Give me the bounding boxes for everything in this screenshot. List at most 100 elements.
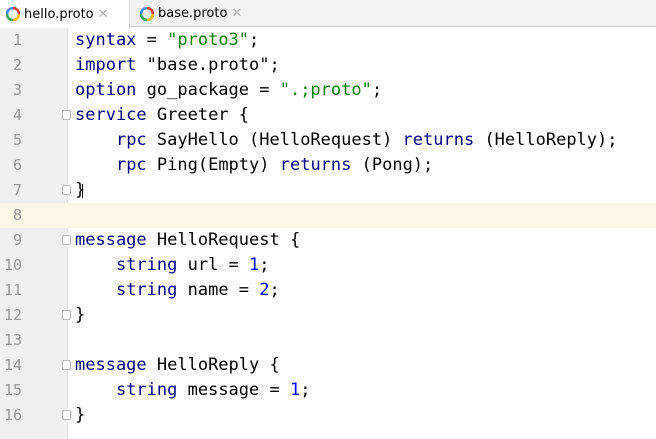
code-token: url = bbox=[177, 255, 250, 275]
code-text: syntax = "proto3"; bbox=[75, 28, 259, 53]
code-editor[interactable]: 1 syntax = "proto3"; 2 import "base.proto";… bbox=[0, 28, 656, 439]
code-line[interactable]: 13 bbox=[0, 328, 656, 353]
close-tab-icon[interactable]: ✕ bbox=[231, 7, 242, 20]
keyword-token: string bbox=[115, 280, 178, 300]
code-token: (Pong); bbox=[351, 155, 434, 175]
code-text: string message = 1; bbox=[75, 378, 311, 403]
code-token: Ping(Empty) bbox=[146, 155, 280, 175]
code-line[interactable]: 3 option go_package = ".;proto"; bbox=[0, 78, 656, 103]
line-number: 7 bbox=[12, 181, 22, 199]
code-text: } bbox=[75, 178, 85, 203]
keyword-token: rpc bbox=[115, 155, 147, 175]
code-token: ; bbox=[269, 280, 280, 300]
fold-marker-icon[interactable] bbox=[62, 235, 71, 245]
fold-marker-icon[interactable] bbox=[62, 310, 71, 320]
code-token: message = bbox=[177, 380, 290, 400]
protobuf-file-icon bbox=[140, 6, 154, 21]
code-text: service Greeter { bbox=[75, 103, 249, 128]
line-number: 5 bbox=[12, 131, 22, 149]
keyword-token: message bbox=[75, 355, 147, 375]
code-text: rpc Ping(Empty) returns (Pong); bbox=[75, 153, 433, 178]
code-line[interactable]: 4 service Greeter { bbox=[0, 103, 656, 128]
line-number: 3 bbox=[12, 81, 22, 99]
code-line[interactable]: 15 string message = 1; bbox=[0, 378, 656, 403]
keyword-token: rpc bbox=[115, 130, 147, 150]
code-text: string url = 1; bbox=[75, 253, 270, 278]
code-token: Greeter { bbox=[146, 105, 250, 125]
code-token: = bbox=[136, 30, 168, 50]
protobuf-file-icon bbox=[6, 7, 20, 21]
line-number: 16 bbox=[3, 406, 22, 424]
code-token: go_package = bbox=[136, 80, 280, 100]
fold-marker-icon[interactable] bbox=[62, 410, 71, 420]
keyword-token: returns bbox=[402, 130, 475, 150]
code-token: ; bbox=[300, 380, 311, 400]
code-line[interactable]: 10 string url = 1; bbox=[0, 253, 656, 278]
keyword-token: string bbox=[115, 380, 178, 400]
keyword-token: string bbox=[115, 255, 178, 275]
number-token: 2 bbox=[259, 280, 270, 300]
fold-marker-icon[interactable] bbox=[62, 360, 71, 370]
line-number: 2 bbox=[12, 56, 22, 74]
text-cursor bbox=[82, 184, 83, 198]
line-number: 4 bbox=[12, 106, 22, 124]
code-token: name = bbox=[177, 280, 260, 300]
code-token: HelloReply { bbox=[146, 355, 280, 375]
code-token: HelloRequest { bbox=[146, 230, 301, 250]
line-number: 9 bbox=[12, 231, 22, 249]
keyword-token: option bbox=[75, 80, 137, 100]
fold-marker-icon[interactable] bbox=[62, 185, 71, 195]
string-token: "proto3" bbox=[167, 30, 250, 50]
code-text: message HelloReply { bbox=[75, 353, 280, 378]
code-line[interactable]: 5 rpc SayHello (HelloRequest) returns (H… bbox=[0, 128, 656, 153]
keyword-token: message bbox=[75, 230, 147, 250]
line-number: 10 bbox=[3, 256, 22, 274]
code-line[interactable]: 8 bbox=[0, 203, 656, 228]
code-line[interactable]: 1 syntax = "proto3"; bbox=[0, 28, 656, 53]
code-line[interactable]: 14 message HelloReply { bbox=[0, 353, 656, 378]
code-token: SayHello (HelloRequest) bbox=[146, 130, 403, 150]
code-line[interactable]: 12} bbox=[0, 303, 656, 328]
code-token: } bbox=[75, 305, 86, 325]
code-text: option go_package = ".;proto"; bbox=[75, 78, 382, 103]
line-number: 15 bbox=[3, 381, 22, 399]
code-token: ; bbox=[259, 255, 270, 275]
keyword-token: import bbox=[75, 55, 137, 75]
code-line[interactable]: 9 message HelloRequest { bbox=[0, 228, 656, 253]
keyword-token: service bbox=[75, 105, 147, 125]
code-token: ; bbox=[249, 30, 260, 50]
tab-label: hello.proto bbox=[24, 6, 94, 22]
close-tab-icon[interactable]: ✕ bbox=[98, 8, 109, 21]
code-token: (HelloReply); bbox=[474, 130, 618, 150]
code-line[interactable]: 2 import "base.proto"; bbox=[0, 53, 656, 78]
tab-label: base.proto bbox=[158, 6, 228, 21]
code-token: ; bbox=[371, 80, 383, 100]
line-number: 11 bbox=[3, 281, 22, 299]
code-line[interactable]: 16} bbox=[0, 403, 656, 428]
code-token: "base.proto"; bbox=[136, 55, 280, 75]
fold-marker-icon[interactable] bbox=[62, 110, 71, 120]
line-number: 8 bbox=[12, 206, 22, 224]
code-token: } bbox=[75, 405, 86, 425]
tab-base-proto[interactable]: base.proto ✕ bbox=[134, 0, 254, 27]
code-line[interactable]: 7} bbox=[0, 178, 656, 203]
editor-tab-bar: hello.proto ✕ base.proto ✕ bbox=[0, 0, 656, 28]
code-text: import "base.proto"; bbox=[75, 53, 280, 78]
line-number: 12 bbox=[3, 306, 22, 324]
line-number: 13 bbox=[3, 331, 22, 349]
number-token: 1 bbox=[289, 380, 301, 400]
code-text: } bbox=[75, 303, 85, 328]
keyword-token: returns bbox=[279, 155, 352, 175]
code-text: } bbox=[75, 403, 85, 428]
tab-hello-proto[interactable]: hello.proto ✕ bbox=[0, 0, 130, 28]
code-token: } bbox=[75, 180, 86, 200]
code-line[interactable]: 6 rpc Ping(Empty) returns (Pong); bbox=[0, 153, 656, 178]
code-line[interactable]: 11 string name = 2; bbox=[0, 278, 656, 303]
line-number: 6 bbox=[12, 156, 22, 174]
line-number: 1 bbox=[12, 31, 22, 49]
